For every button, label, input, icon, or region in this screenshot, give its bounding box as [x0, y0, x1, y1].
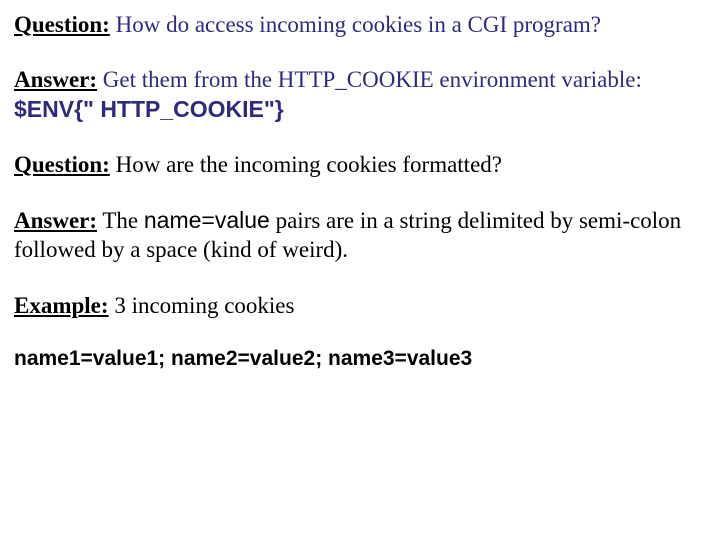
- answer-1: Answer: Get them from the HTTP_COOKIE en…: [14, 65, 702, 124]
- question-1-label: Question:: [14, 12, 110, 37]
- answer-1-text: Get them from the HTTP_COOKIE environmen…: [97, 67, 642, 92]
- question-2: Question: How are the incoming cookies f…: [14, 150, 702, 179]
- answer-1-label: Answer:: [14, 67, 97, 92]
- answer-2: Answer: The name=value pairs are in a st…: [14, 206, 702, 265]
- example-code-line: name1=value1; name2=value2; name3=value3: [14, 346, 702, 373]
- example: Example: 3 incoming cookies: [14, 291, 702, 320]
- question-2-label: Question:: [14, 152, 110, 177]
- question-1-text: How do access incoming cookies in a CGI …: [110, 12, 601, 37]
- example-text: 3 incoming cookies: [109, 293, 295, 318]
- answer-2-code: name=value: [144, 207, 270, 233]
- slide: Question: How do access incoming cookies…: [0, 0, 720, 373]
- answer-2-text-before: The: [97, 208, 144, 233]
- question-1: Question: How do access incoming cookies…: [14, 10, 702, 39]
- example-label: Example:: [14, 293, 109, 318]
- question-2-text: How are the incoming cookies formatted?: [110, 152, 502, 177]
- answer-1-code: $ENV{" HTTP_COOKIE"}: [14, 96, 284, 122]
- answer-2-label: Answer:: [14, 208, 97, 233]
